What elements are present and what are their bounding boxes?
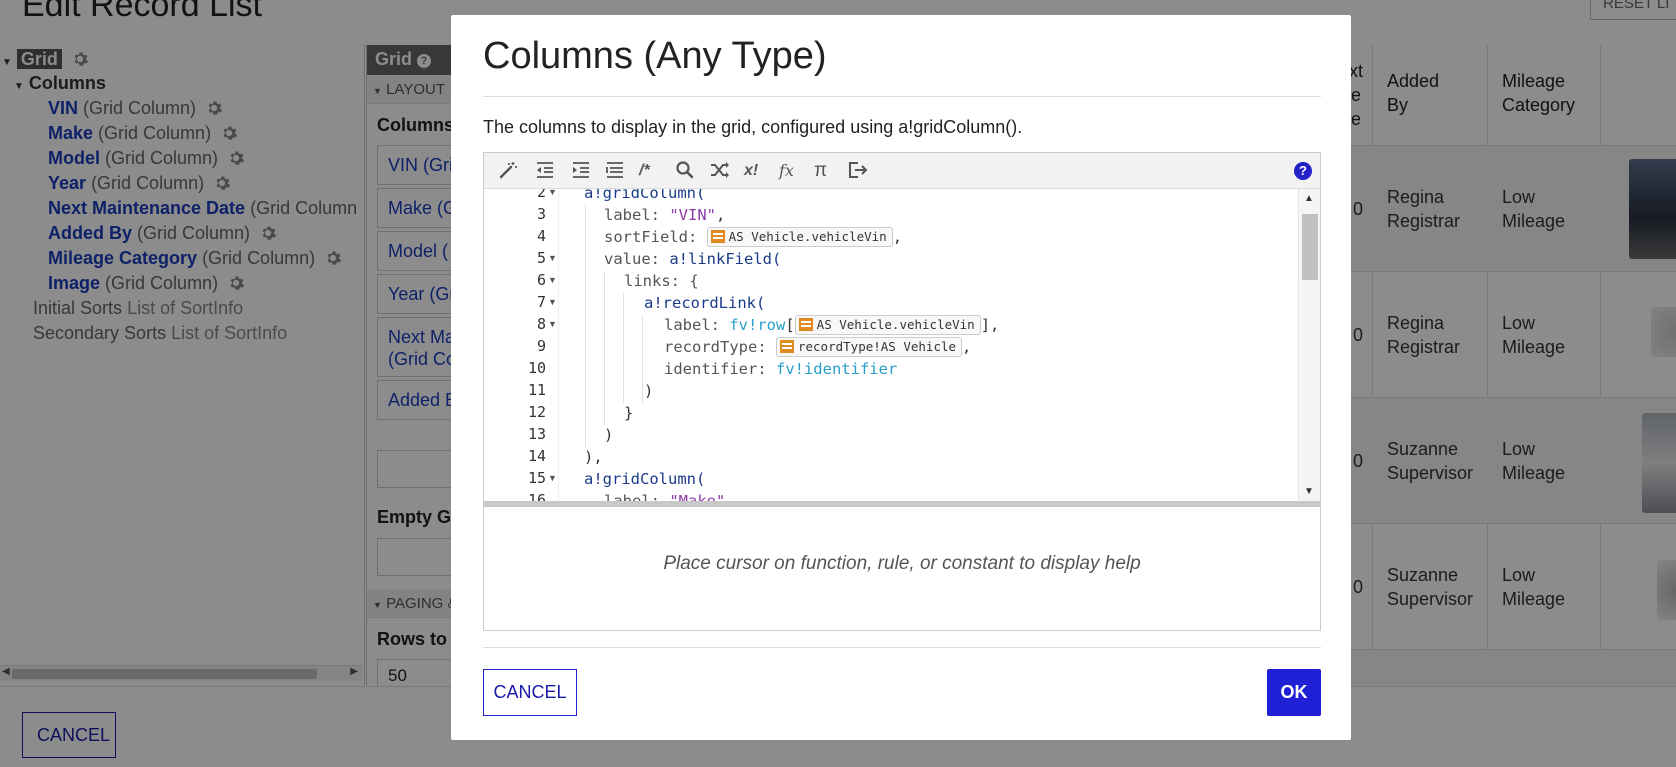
line-number: 7 — [536, 293, 546, 311]
shuffle-icon[interactable] — [709, 160, 731, 182]
scroll-up-icon[interactable]: ▲ — [1304, 193, 1314, 204]
line-number: 4 — [536, 227, 546, 245]
fold-arrow-icon[interactable]: ▼ — [548, 253, 557, 263]
help-placeholder: Place cursor on function, rule, or const… — [663, 553, 1141, 574]
outdent-icon[interactable] — [534, 160, 556, 182]
magic-wand-icon[interactable] — [498, 160, 520, 182]
expression-editor-dialog: Columns (Any Type) The columns to displa… — [451, 15, 1351, 740]
indent-icon[interactable] — [570, 160, 592, 182]
fold-arrow-icon[interactable]: ▼ — [548, 319, 557, 329]
line-number: 14 — [527, 447, 546, 465]
dialog-description: The columns to display in the grid, conf… — [483, 117, 1023, 137]
code-area[interactable]: 2 3 4 5 6 7 8 9 10 11 12 13 14 15 16 ▼ ▼… — [484, 189, 1298, 501]
line-number: 9 — [536, 337, 546, 355]
line-number: 15 — [527, 469, 546, 487]
factorial-icon[interactable]: x! — [744, 160, 758, 182]
line-number: 5 — [536, 249, 546, 267]
record-type-icon — [710, 230, 725, 243]
function-help-pane: Place cursor on function, rule, or const… — [484, 507, 1320, 630]
line-number: 3 — [536, 205, 546, 223]
editor-toolbar: /* x! fx π ? — [484, 153, 1320, 189]
code-line: ) — [644, 382, 654, 400]
code-line: links: { — [624, 272, 699, 290]
record-type-token[interactable]: recordType!AS Vehicle — [775, 337, 963, 357]
code-line: value: a!linkField( — [604, 250, 782, 268]
line-number: 12 — [527, 403, 546, 421]
code-line: label: fv!row[AS Vehicle.vehicleVin], — [664, 315, 1000, 335]
line-number: 16 — [527, 491, 546, 501]
line-number: 6 — [536, 271, 546, 289]
line-number: 8 — [536, 315, 546, 333]
cancel-button[interactable]: CANCEL — [483, 669, 577, 716]
comment-icon[interactable]: /* — [639, 160, 650, 182]
code-line: } — [624, 404, 634, 422]
code-line: a!gridColumn( — [584, 189, 706, 202]
fold-arrow-icon[interactable]: ▼ — [548, 189, 557, 197]
code-line: label: "VIN", — [604, 206, 726, 224]
list-icon[interactable] — [604, 160, 626, 182]
code-line: label: "Make", — [604, 492, 735, 501]
fold-arrow-icon[interactable]: ▼ — [548, 473, 557, 483]
code-line: a!recordLink( — [644, 294, 766, 312]
record-type-icon — [779, 340, 794, 353]
record-type-icon — [798, 318, 813, 331]
code-line: sortField: AS Vehicle.vehicleVin, — [604, 227, 903, 247]
code-line: ) — [604, 426, 614, 444]
code-line: ), — [584, 448, 603, 466]
line-number: 13 — [527, 425, 546, 443]
ok-button[interactable]: OK — [1267, 669, 1321, 716]
line-gutter: 2 3 4 5 6 7 8 9 10 11 12 13 14 15 16 ▼ ▼… — [484, 189, 559, 501]
scrollbar-thumb[interactable] — [1302, 214, 1318, 280]
divider — [483, 647, 1321, 648]
record-field-token[interactable]: AS Vehicle.vehicleVin — [794, 315, 981, 335]
divider — [483, 96, 1321, 97]
function-icon[interactable]: fx — [779, 160, 794, 182]
expression-editor[interactable]: /* x! fx π ? 2 3 4 5 6 7 8 9 10 11 12 13… — [483, 152, 1321, 631]
search-icon[interactable] — [674, 160, 696, 182]
help-icon[interactable]: ? — [1294, 162, 1312, 180]
pi-icon[interactable]: π — [814, 160, 827, 182]
dialog-title: Columns (Any Type) — [483, 35, 827, 77]
fold-arrow-icon[interactable]: ▼ — [548, 297, 557, 307]
scroll-down-icon[interactable]: ▼ — [1304, 486, 1314, 497]
line-number: 10 — [527, 359, 546, 377]
record-field-token[interactable]: AS Vehicle.vehicleVin — [706, 227, 893, 247]
export-icon[interactable] — [847, 160, 869, 182]
code-line: a!gridColumn( — [584, 470, 706, 488]
line-number: 2 — [536, 189, 546, 201]
code-line: recordType: recordType!AS Vehicle, — [664, 337, 972, 357]
line-number: 11 — [527, 381, 546, 399]
vertical-scrollbar[interactable]: ▲ ▼ — [1298, 189, 1320, 501]
fold-arrow-icon[interactable]: ▼ — [548, 275, 557, 285]
code-line: identifier: fv!identifier — [664, 360, 898, 378]
